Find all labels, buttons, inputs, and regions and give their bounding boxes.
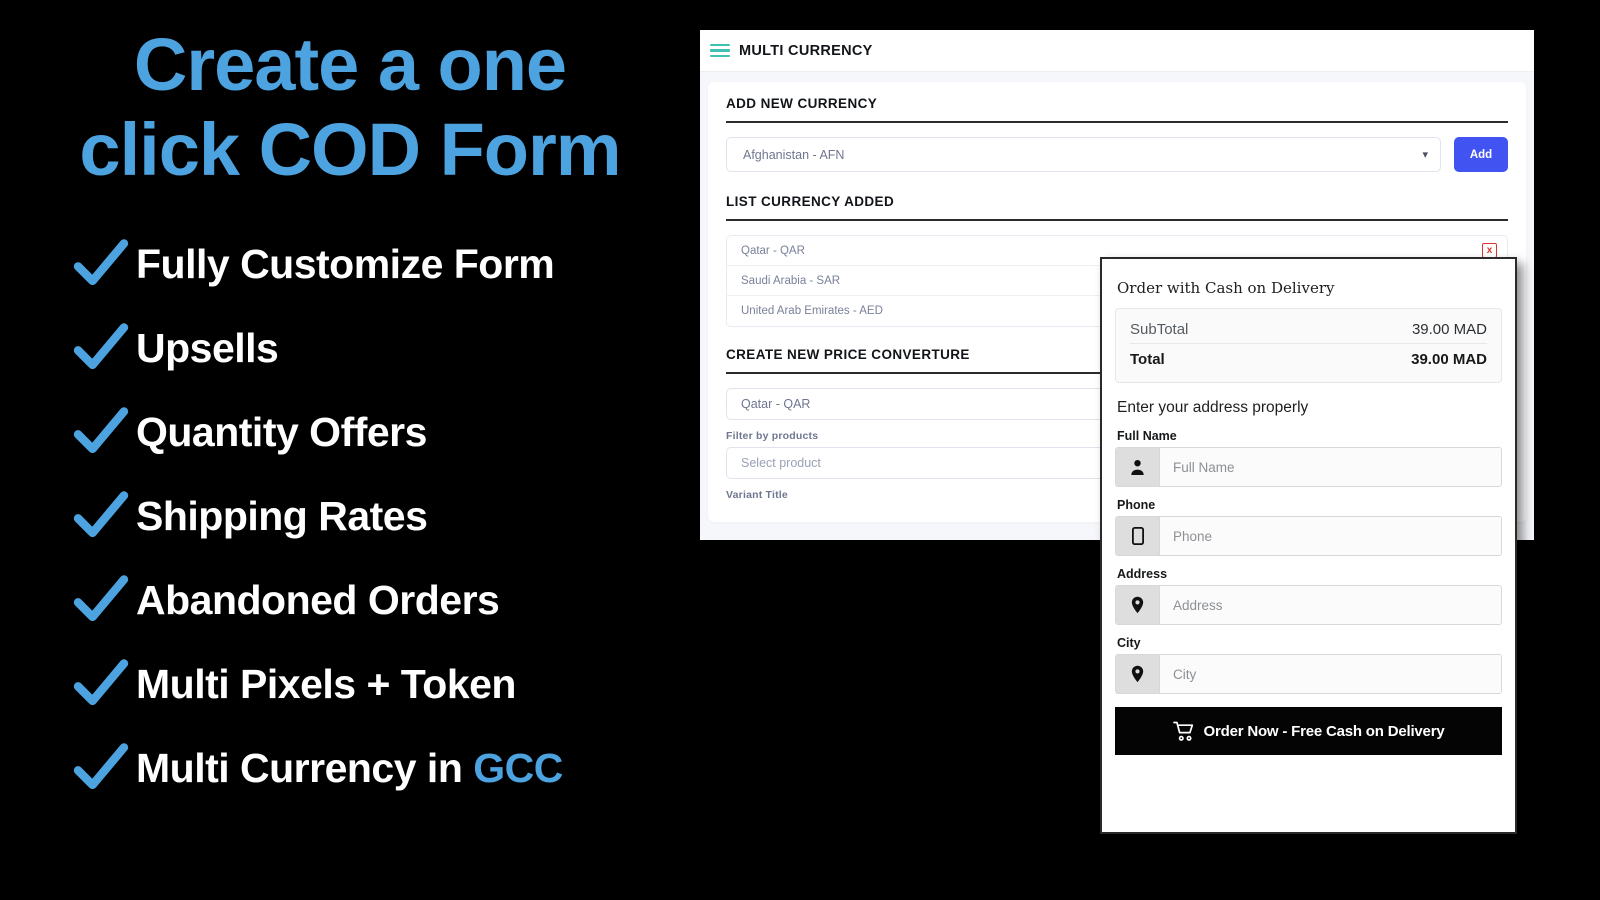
full-name-field[interactable]: Full Name bbox=[1115, 447, 1502, 487]
feature-label: Multi Pixels + Token bbox=[136, 660, 516, 707]
feature-item: Quantity Offers bbox=[72, 390, 712, 474]
feature-label: Abandoned Orders bbox=[136, 576, 500, 623]
feature-item: Multi Currency in GCC bbox=[72, 726, 712, 810]
city-field[interactable]: City bbox=[1115, 654, 1502, 694]
address-field[interactable]: Address bbox=[1115, 585, 1502, 625]
check-icon bbox=[73, 491, 129, 538]
feature-label: Quantity Offers bbox=[136, 408, 427, 455]
feature-item: Fully Customize Form bbox=[72, 222, 712, 306]
title-line-1: Create a one bbox=[133, 23, 567, 106]
check-icon bbox=[73, 575, 129, 622]
address-label: Address bbox=[1117, 567, 1168, 581]
cod-order-form-popup: Order with Cash on Delivery SubTotal 39.… bbox=[1100, 257, 1517, 834]
feature-item: Multi Pixels + Token bbox=[72, 642, 712, 726]
phone-group: Phone Phone bbox=[1115, 498, 1502, 556]
full-name-placeholder: Full Name bbox=[1160, 448, 1501, 486]
admin-topbar: MULTI CURRENCY bbox=[700, 30, 1534, 72]
shopping-cart-icon bbox=[1172, 721, 1193, 741]
feature-list: Fully Customize Form Upsells Quantity Of… bbox=[72, 222, 712, 810]
promotional-screenshot: Create a one click COD Form Fully Custom… bbox=[0, 0, 1600, 900]
full-name-group: Full Name Full Name bbox=[1115, 429, 1502, 487]
subtotal-value: 39.00 MAD bbox=[1411, 321, 1487, 338]
subtotal-row: SubTotal 39.00 MAD bbox=[1130, 316, 1487, 344]
currency-select-value: Afghanistan - AFN bbox=[743, 147, 845, 162]
converture-currency-value: Qatar - QAR bbox=[741, 397, 811, 411]
chevron-down-icon: ▾ bbox=[1422, 149, 1428, 161]
phone-label: Phone bbox=[1117, 498, 1156, 512]
order-totals: SubTotal 39.00 MAD Total 39.00 MAD bbox=[1115, 308, 1502, 383]
subtotal-label: SubTotal bbox=[1130, 321, 1189, 338]
phone-field[interactable]: Phone bbox=[1115, 516, 1502, 556]
divider bbox=[726, 121, 1508, 123]
phone-placeholder: Phone bbox=[1160, 517, 1501, 555]
promo-panel: Create a one click COD Form Fully Custom… bbox=[0, 0, 700, 900]
feature-label: Shipping Rates bbox=[136, 492, 428, 539]
mobile-phone-icon bbox=[1116, 517, 1160, 555]
list-currency-heading: LIST CURRENCY ADDED bbox=[726, 194, 895, 209]
address-group: Address Address bbox=[1115, 567, 1502, 625]
order-now-button[interactable]: Order Now - Free Cash on Delivery bbox=[1115, 707, 1502, 755]
page-title: Create a one click COD Form bbox=[0, 22, 700, 192]
feature-item: Upsells bbox=[72, 306, 712, 390]
check-icon bbox=[73, 239, 129, 286]
map-pin-icon bbox=[1116, 655, 1160, 693]
address-note: Enter your address properly bbox=[1117, 399, 1309, 416]
full-name-label: Full Name bbox=[1117, 429, 1177, 443]
city-label: City bbox=[1117, 636, 1141, 650]
select-product-placeholder: Select product bbox=[741, 456, 821, 470]
admin-page-title: MULTI CURRENCY bbox=[739, 42, 873, 59]
feature-item: Abandoned Orders bbox=[72, 558, 712, 642]
feature-label: Fully Customize Form bbox=[136, 240, 555, 287]
feature-label-text: Multi Currency in bbox=[136, 744, 474, 791]
divider bbox=[726, 219, 1508, 221]
currency-item-label: Qatar - QAR bbox=[741, 244, 805, 257]
feature-item: Shipping Rates bbox=[72, 474, 712, 558]
order-now-label: Order Now - Free Cash on Delivery bbox=[1203, 722, 1445, 740]
address-placeholder: Address bbox=[1160, 586, 1501, 624]
total-row: Total 39.00 MAD bbox=[1130, 344, 1487, 373]
currency-item-label: United Arab Emirates - AED bbox=[741, 305, 883, 317]
add-currency-button[interactable]: Add bbox=[1454, 137, 1508, 172]
person-icon bbox=[1116, 448, 1160, 486]
feature-label: Upsells bbox=[136, 324, 279, 371]
city-placeholder: City bbox=[1160, 655, 1501, 693]
currency-select[interactable]: Afghanistan - AFN ▾ bbox=[726, 137, 1441, 172]
check-icon bbox=[73, 323, 129, 370]
feature-label-highlight: GCC bbox=[473, 744, 563, 791]
check-icon bbox=[73, 407, 129, 454]
check-icon bbox=[73, 743, 129, 790]
check-icon bbox=[73, 659, 129, 706]
total-value: 39.00 MAD bbox=[1411, 351, 1487, 368]
total-label: Total bbox=[1130, 351, 1165, 368]
feature-label: Multi Currency in GCC bbox=[136, 745, 563, 792]
add-currency-heading: ADD NEW CURRENCY bbox=[726, 96, 878, 111]
map-pin-icon bbox=[1116, 586, 1160, 624]
cod-form-heading: Order with Cash on Delivery bbox=[1117, 279, 1335, 297]
title-line-2: click COD Form bbox=[79, 108, 621, 192]
add-currency-row: Afghanistan - AFN ▾ Add bbox=[726, 137, 1508, 172]
delete-icon[interactable]: x bbox=[1482, 243, 1497, 258]
currency-item-label: Saudi Arabia - SAR bbox=[741, 274, 841, 287]
city-group: City City bbox=[1115, 636, 1502, 694]
hamburger-menu-icon[interactable] bbox=[710, 43, 730, 58]
